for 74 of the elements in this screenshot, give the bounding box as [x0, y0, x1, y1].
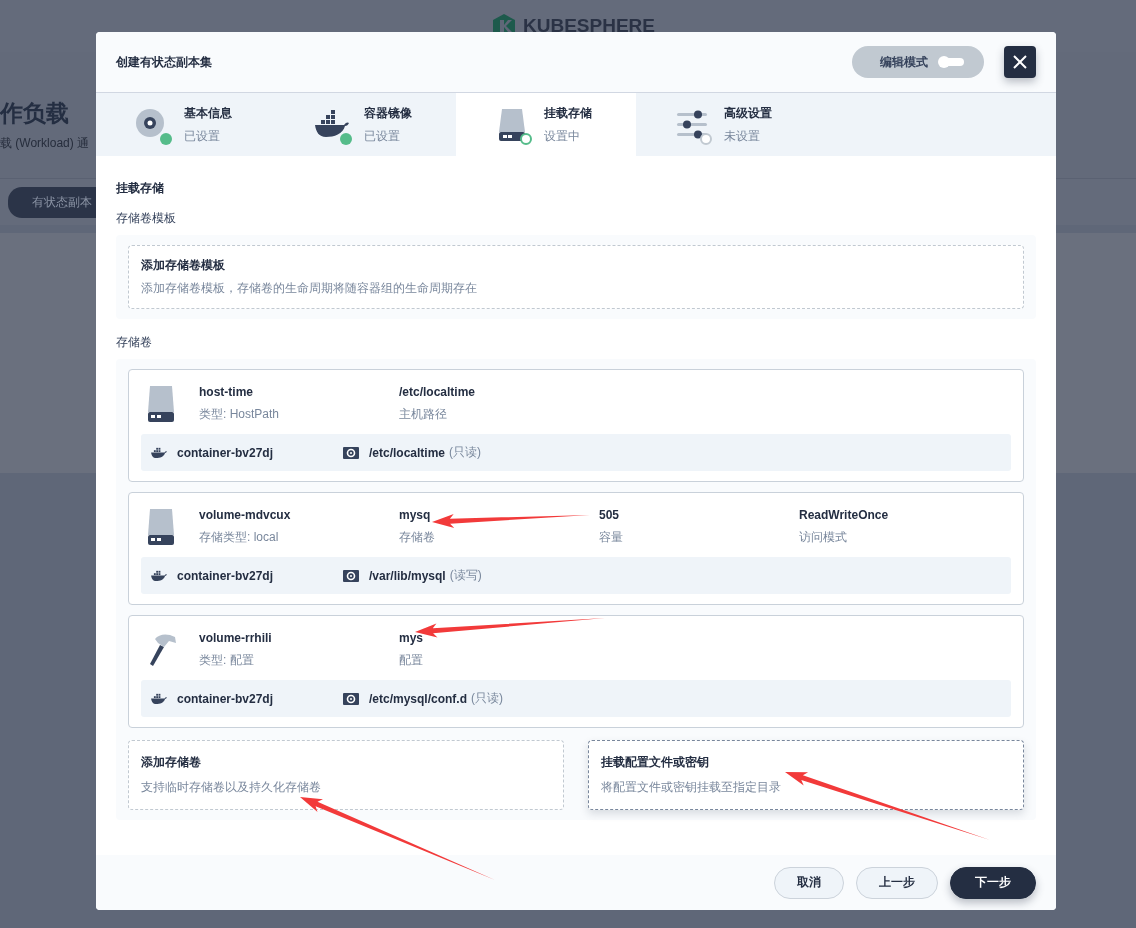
mount-mode: (读写) [449, 567, 482, 584]
step-status: 设置中 [544, 127, 581, 145]
edit-mode-toggle[interactable]: 编辑模式 [852, 46, 984, 78]
volume-name: host-time [199, 385, 253, 399]
field-label: 配置 [399, 652, 423, 669]
volume-type: 存储类型: local [199, 529, 279, 546]
add-option-box[interactable]: 挂载配置文件或密钥 将配置文件或密钥挂载至指定目录 [588, 740, 1024, 810]
sliders-icon [676, 109, 708, 140]
next-button[interactable]: 下一步 [950, 866, 1036, 899]
volume-name: volume-rrhili [199, 631, 272, 645]
add-template-title: 添加存储卷模板 [141, 257, 226, 274]
close-button[interactable] [1004, 46, 1036, 78]
step-tab[interactable]: 挂载存储 设置中 [456, 93, 636, 156]
field-label: 容量 [599, 529, 623, 546]
volume-name: volume-mdvcux [199, 508, 291, 522]
field-value: mysq [399, 508, 431, 522]
volume-type: 类型: HostPath [199, 406, 280, 423]
volume-card[interactable]: volume-rrhili 类型: 配置 mys 配置 container-bv27dj /etc/mysql/conf.d (只读) [128, 615, 1024, 728]
mount-mode: (只读) [449, 444, 482, 461]
gear-icon [343, 445, 359, 460]
step-tab[interactable]: 高级设置 未设置 [636, 93, 816, 156]
step-title: 容器镜像 [364, 104, 412, 122]
add-option-description: 将配置文件或密钥挂载至指定目录 [601, 779, 782, 796]
gear-icon [343, 691, 359, 706]
step-status: 已设置 [364, 127, 401, 145]
mount-path: /var/lib/mysql [369, 568, 446, 583]
page-subtitle: 载 (Workload) 通 [0, 135, 90, 152]
field-value: /etc/localtime [399, 385, 476, 399]
step-title: 高级设置 [724, 104, 772, 122]
field-label: 主机路径 [399, 406, 447, 423]
gear-icon [343, 568, 359, 583]
volume-type: 类型: 配置 [199, 652, 254, 669]
field-label: 存储卷 [399, 529, 435, 546]
step-tab[interactable]: 容器镜像 已设置 [276, 93, 456, 156]
logo-text: KUBESPHERE [523, 15, 655, 37]
step-title: 基本信息 [184, 104, 232, 122]
field-value: 505 [599, 508, 620, 522]
whale-icon [150, 569, 168, 582]
dialog-title: 创建有状态副本集 [116, 53, 213, 71]
step-status: 已设置 [184, 127, 221, 145]
mount-path: /etc/mysql/conf.d [369, 691, 468, 706]
section-label: 存储卷模板 [116, 210, 177, 227]
disk-icon [497, 107, 527, 142]
container-name: container-bv27dj [177, 445, 275, 460]
mount-mode: (只读) [471, 690, 504, 707]
mount-path: /etc/localtime [369, 445, 446, 460]
add-option-box[interactable]: 添加存储卷 支持临时存储卷以及持久化存储卷 [128, 740, 564, 810]
field-value: ReadWriteOnce [799, 508, 889, 522]
add-template-description: 添加存储卷模板，存储卷的生命周期将随容器组的生命周期存在 [141, 280, 478, 297]
step-status: 未设置 [724, 127, 761, 145]
hammer-icon [147, 633, 177, 667]
volume-card[interactable]: host-time 类型: HostPath /etc/localtime 主机路径 container-bv27dj /etc/localtime (只读) [128, 369, 1024, 482]
field-value: mys [399, 631, 424, 645]
footer-button[interactable]: 取消 [774, 866, 844, 899]
step-tab[interactable]: 基本信息 已设置 [96, 93, 276, 156]
field-label: 访问模式 [799, 529, 847, 546]
add-option-description: 支持临时存储卷以及持久化存储卷 [141, 779, 322, 796]
container-name: container-bv27dj [177, 691, 275, 706]
footer-button[interactable]: 上一步 [856, 866, 938, 899]
container-name: container-bv27dj [177, 568, 275, 583]
add-option-title: 添加存储卷 [141, 754, 202, 771]
step-title: 挂载存储 [544, 104, 592, 122]
whale-icon [150, 692, 168, 705]
page-heading: 作负载 [0, 99, 69, 128]
section-title: 挂载存储 [116, 180, 165, 197]
add-template-box[interactable]: 添加存储卷模板 添加存储卷模板，存储卷的生命周期将随容器组的生命周期存在 [128, 245, 1024, 309]
close-icon [1012, 54, 1028, 70]
disk-icon [147, 385, 175, 423]
volume-card[interactable]: volume-mdvcux 存储类型: local mysq 存储卷 505 容量 ReadWriteOnce 访问模式 container-bv27dj /var/lib/mysql (读写) [128, 492, 1024, 605]
whale-icon [314, 109, 350, 140]
whale-icon [150, 446, 168, 459]
section-label: 存储卷 [116, 334, 153, 351]
disk-icon [147, 508, 175, 546]
add-option-title: 挂载配置文件或密钥 [601, 754, 710, 771]
